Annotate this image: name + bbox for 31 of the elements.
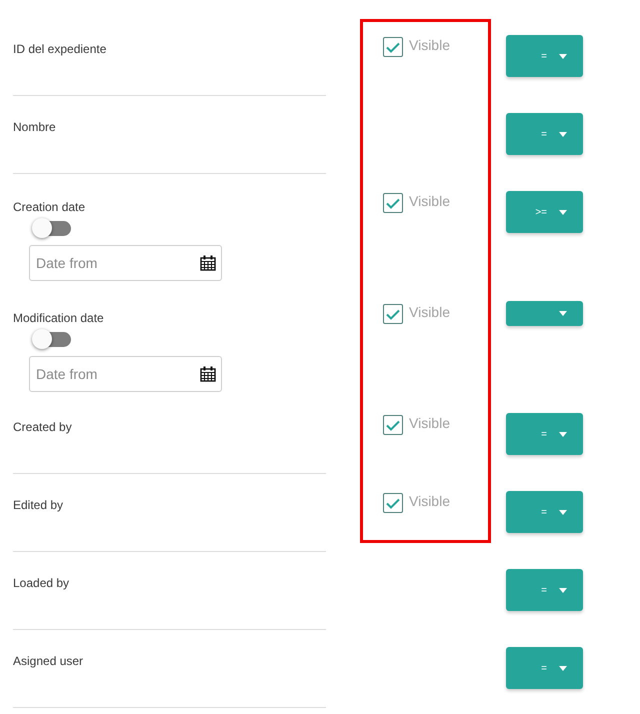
operator-dropdown[interactable]: = [506,647,583,689]
toggle-switch[interactable] [33,221,71,236]
field-label: Creation date [13,200,86,214]
field-label: Created by [13,420,72,434]
operator-dropdown[interactable]: = [506,113,583,155]
checkbox-label: Visible [409,304,450,320]
checkbox[interactable] [383,193,403,213]
checkbox[interactable] [383,304,403,324]
toggle-switch[interactable] [33,332,71,347]
checkbox[interactable] [383,37,403,57]
calendar-icon [200,255,216,271]
field-label: Edited by [13,498,64,512]
date-field[interactable]: Date from [29,245,222,281]
operator-dropdown[interactable]: = [506,413,583,455]
checkbox-label: Visible [409,493,450,509]
checkbox[interactable] [383,415,403,435]
checkbox[interactable] [383,493,403,513]
date-field[interactable]: Date from [29,356,222,392]
checkbox-label: Visible [409,415,450,431]
field-label: Modification date [13,311,104,325]
field-label: Loaded by [13,576,70,590]
checkbox-label: Visible [409,37,450,53]
operator-dropdown[interactable]: = [506,491,583,533]
field-label: Asigned user [13,654,84,668]
operator-dropdown[interactable]: >= [506,191,583,233]
field-label: ID del expediente [13,42,106,56]
checkbox-label: Visible [409,193,450,209]
calendar-icon [200,366,216,382]
field-label: Nombre [13,120,56,134]
operator-dropdown[interactable]: = [506,35,583,77]
operator-dropdown[interactable]: = [506,569,583,611]
